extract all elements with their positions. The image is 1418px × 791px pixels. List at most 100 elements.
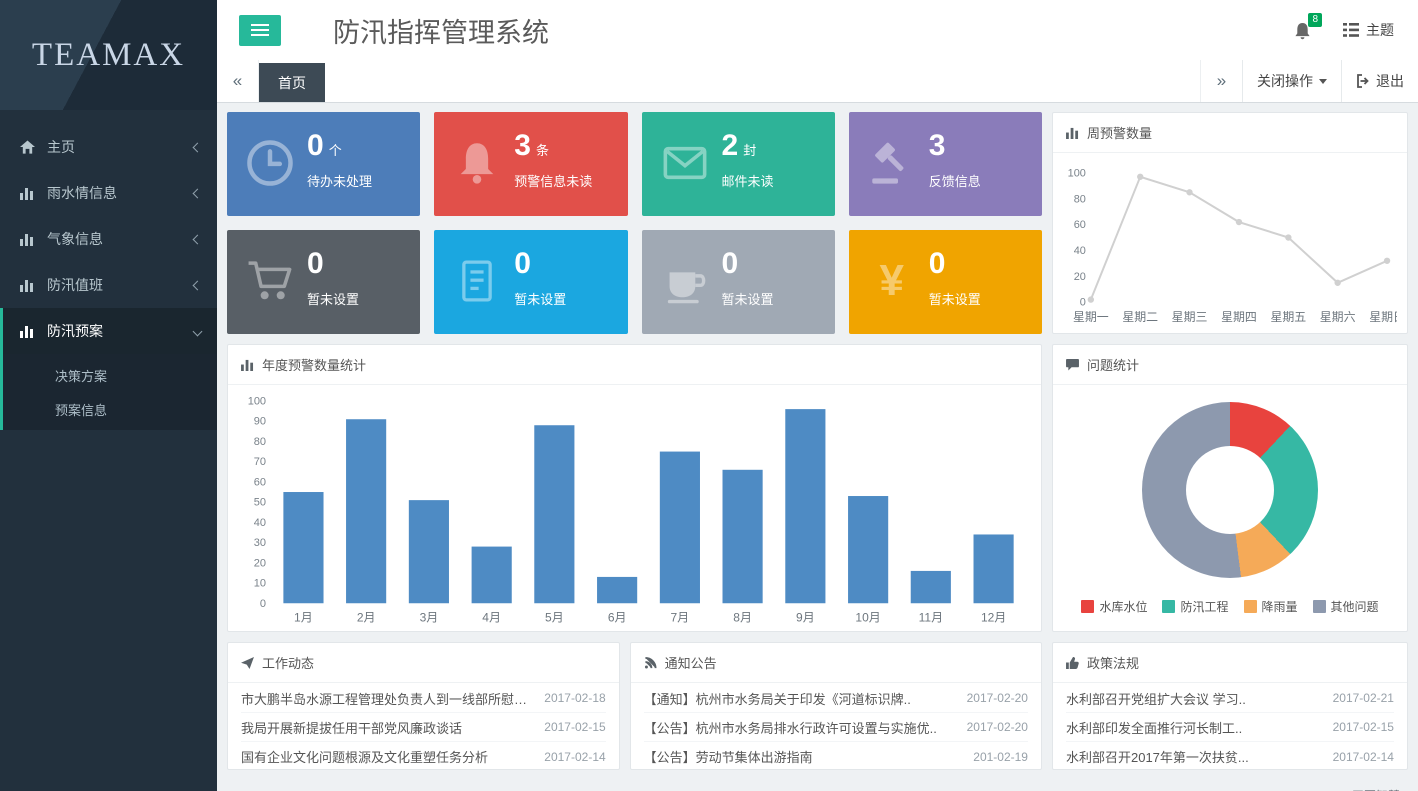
panel-title: 通知公告 <box>665 653 717 672</box>
tile-warnings[interactable]: 3条 预警信息未读 <box>434 112 627 216</box>
list-item[interactable]: 市大鹏半岛水源工程管理处负责人到一线部所慰问新春 2017-02-18 <box>241 684 606 713</box>
list-item[interactable]: 【公告】杭州市水务局排水行政许可设置与实施优.. 2017-02-20 <box>644 713 1028 742</box>
home-icon <box>16 140 38 154</box>
sidebar: TEAMAX 主页 雨水情信息 气象信息 防 <box>0 0 217 791</box>
notifications-button[interactable]: 8 <box>1294 21 1311 40</box>
logout-button[interactable]: 退出 <box>1341 60 1418 102</box>
legend-label: 防汛工程 <box>1180 598 1228 615</box>
list-item[interactable]: 水利部召开2017年第一次扶贫... 2017-02-14 <box>1066 742 1394 770</box>
cart-icon <box>244 255 296 307</box>
cup-icon <box>659 255 711 307</box>
gavel-icon <box>866 137 918 189</box>
panel-header: 通知公告 <box>631 643 1041 683</box>
sidebar-item-label: 防汛预案 <box>47 321 103 341</box>
copyright-text: © 天夏智慧 <box>1340 787 1400 791</box>
tile-value: 0 <box>722 247 739 280</box>
tile-unset-cup[interactable]: 0 暂未设置 <box>642 230 835 334</box>
theme-button[interactable]: 主题 <box>1343 20 1394 40</box>
notification-badge: 8 <box>1308 13 1322 27</box>
tile-label: 预警信息未读 <box>514 171 619 190</box>
list-item[interactable]: 国有企业文化问题根源及文化重塑任务分析 2017-02-14 <box>241 742 606 770</box>
tile-todo[interactable]: 0个 待办未处理 <box>227 112 420 216</box>
chart-icon <box>1066 127 1079 139</box>
stat-tiles: 0个 待办未处理 3条 预警信息未读 2封 邮件未读 <box>227 112 1042 334</box>
tile-value: 3 <box>929 129 946 162</box>
svg-text:60: 60 <box>254 476 266 488</box>
tile-label: 邮件未读 <box>722 171 827 190</box>
logout-icon <box>1356 74 1370 88</box>
svg-text:10: 10 <box>254 578 266 590</box>
sidebar-subitem-plan-info[interactable]: 预案信息 <box>3 392 217 426</box>
tab-home[interactable]: 首页 <box>259 63 325 102</box>
notice-panel: 通知公告 【通知】杭州市水务局关于印发《河道标识牌.. 2017-02-20 【… <box>630 642 1042 770</box>
svg-text:星期六: 星期六 <box>1320 310 1356 324</box>
bar-chart-icon <box>16 187 38 200</box>
panel-header: 年度预警数量统计 <box>228 345 1041 385</box>
envelope-icon <box>659 137 711 189</box>
close-operations-label: 关闭操作 <box>1257 71 1313 91</box>
svg-text:4月: 4月 <box>482 610 501 624</box>
thumbs-up-icon <box>1066 657 1079 669</box>
panel-header: 工作动态 <box>228 643 619 683</box>
svg-text:12月: 12月 <box>981 610 1006 624</box>
list-item[interactable]: 水利部召开党组扩大会议 学习.. 2017-02-21 <box>1066 684 1394 713</box>
news-title: 我局开展新提拔任用干部党风廉政谈话 <box>241 718 462 737</box>
news-title: 水利部召开党组扩大会议 学习.. <box>1066 689 1246 708</box>
list-item[interactable]: 【公告】劳动节集体出游指南 201-02-19 <box>644 742 1028 770</box>
legend-item[interactable]: 降雨量 <box>1244 598 1298 615</box>
svg-text:1月: 1月 <box>294 610 313 624</box>
tile-unset-cart[interactable]: 0 暂未设置 <box>227 230 420 334</box>
sidebar-item-label: 雨水情信息 <box>47 183 117 203</box>
bar-chart-icon <box>241 359 254 371</box>
news-title: 【公告】杭州市水务局排水行政许可设置与实施优.. <box>644 718 937 737</box>
sidebar-item-label: 防汛值班 <box>47 275 103 295</box>
issues-panel: 问题统计 水库水位 防汛工程 <box>1052 344 1408 632</box>
tile-unit: 封 <box>743 143 756 158</box>
svg-text:星期五: 星期五 <box>1270 310 1306 324</box>
news-date: 2017-02-20 <box>967 691 1028 705</box>
donut-legend: 水库水位 防汛工程 降雨量 <box>1081 598 1378 615</box>
bar-chart-icon <box>16 279 38 292</box>
svg-text:5月: 5月 <box>545 610 564 624</box>
yen-icon: ¥ <box>866 255 918 307</box>
legend-item[interactable]: 防汛工程 <box>1162 598 1228 615</box>
sidebar-item-home[interactable]: 主页 <box>0 124 217 170</box>
sidebar-toggle-button[interactable] <box>239 15 281 46</box>
tabs-scroll-left-button[interactable]: « <box>217 60 259 102</box>
chevron-left-icon <box>193 142 203 152</box>
news-date: 2017-02-20 <box>967 720 1028 734</box>
sidebar-item-rain-info[interactable]: 雨水情信息 <box>0 170 217 216</box>
brand-logo: TEAMAX <box>0 0 217 110</box>
legend-item[interactable]: 其他问题 <box>1313 598 1379 615</box>
list-item[interactable]: 水利部印发全面推行河长制工.. 2017-02-15 <box>1066 713 1394 742</box>
bell-icon <box>451 137 503 189</box>
clock-icon <box>244 137 296 189</box>
tab-home-label: 首页 <box>278 73 306 93</box>
tile-feedback[interactable]: 3 反馈信息 <box>849 112 1042 216</box>
close-operations-dropdown[interactable]: 关闭操作 <box>1242 60 1341 102</box>
svg-text:100: 100 <box>248 396 266 408</box>
sidebar-subitem-decision-plan[interactable]: 决策方案 <box>3 358 217 392</box>
week-warning-panel: 周预警数量 020406080100星期一星期二星期三星期四星期五星期六星期日 <box>1052 112 1408 334</box>
news-title: 【公告】劳动节集体出游指南 <box>644 747 813 766</box>
tile-unset-yen[interactable]: ¥ 0 暂未设置 <box>849 230 1042 334</box>
tile-unset-file[interactable]: 0 暂未设置 <box>434 230 627 334</box>
sidebar-item-weather-info[interactable]: 气象信息 <box>0 216 217 262</box>
list-item[interactable]: 【通知】杭州市水务局关于印发《河道标识牌.. 2017-02-20 <box>644 684 1028 713</box>
panel-title: 问题统计 <box>1087 355 1139 374</box>
tile-value: 0 <box>307 247 324 280</box>
list-item[interactable]: 我局开展新提拔任用干部党风廉政谈话 2017-02-15 <box>241 713 606 742</box>
topbar: 防汛指挥管理系统 8 主题 <box>217 0 1418 60</box>
news-list: 水利部召开党组扩大会议 学习.. 2017-02-21 水利部印发全面推行河长制… <box>1053 683 1407 770</box>
svg-text:40: 40 <box>254 517 266 529</box>
week-line-chart: 020406080100星期一星期二星期三星期四星期五星期六星期日 <box>1063 161 1397 328</box>
tabs-scroll-right-button[interactable]: » <box>1200 60 1242 102</box>
news-date: 2017-02-15 <box>544 720 605 734</box>
panel-body: 水库水位 防汛工程 降雨量 <box>1053 385 1407 631</box>
svg-text:10月: 10月 <box>855 610 880 624</box>
legend-item[interactable]: 水库水位 <box>1081 598 1147 615</box>
sidebar-item-flood-plan[interactable]: 防汛预案 <box>0 308 217 354</box>
sidebar-item-flood-duty[interactable]: 防汛值班 <box>0 262 217 308</box>
annual-warning-panel: 年度预警数量统计 01020304050607080901001月2月3月4月5… <box>227 344 1042 632</box>
tile-mail[interactable]: 2封 邮件未读 <box>642 112 835 216</box>
